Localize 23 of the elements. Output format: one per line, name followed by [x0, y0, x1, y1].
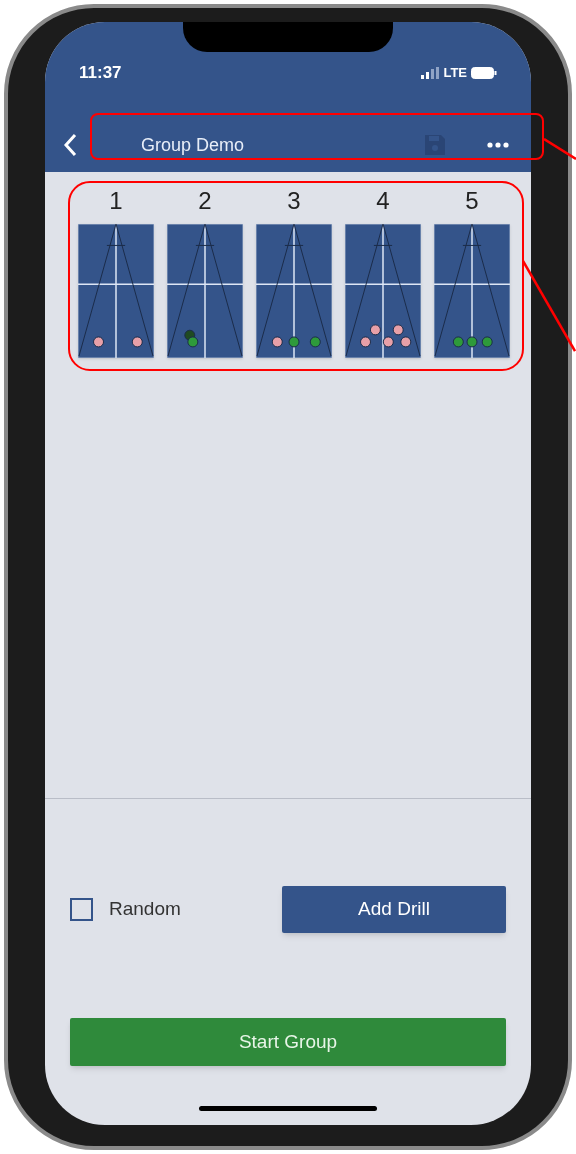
status-time: 11:37	[79, 62, 122, 84]
court-diagram[interactable]	[167, 224, 243, 358]
battery-icon	[471, 66, 497, 79]
network-label: LTE	[443, 64, 467, 82]
screen-title: Group Demo	[141, 133, 245, 157]
drill-number: 2	[198, 188, 212, 214]
court-diagram[interactable]	[256, 224, 332, 358]
court-diagram[interactable]	[345, 224, 421, 358]
drill-number: 1	[109, 188, 123, 214]
drill-number: 4	[376, 188, 390, 214]
drill-number: 3	[287, 188, 301, 214]
add-drill-button[interactable]: Add Drill	[282, 886, 506, 933]
random-checkbox[interactable]	[70, 898, 93, 921]
back-chevron-icon	[63, 133, 77, 157]
annotation-line	[544, 138, 576, 160]
start-group-button[interactable]: Start Group	[70, 1018, 506, 1066]
drill-number: 5	[465, 188, 479, 214]
more-button[interactable]	[487, 142, 509, 148]
signal-icon	[421, 66, 440, 79]
more-dots-icon	[487, 142, 509, 148]
random-label: Random	[109, 897, 181, 922]
court-diagram[interactable]	[78, 224, 154, 358]
court-diagram[interactable]	[434, 224, 510, 358]
